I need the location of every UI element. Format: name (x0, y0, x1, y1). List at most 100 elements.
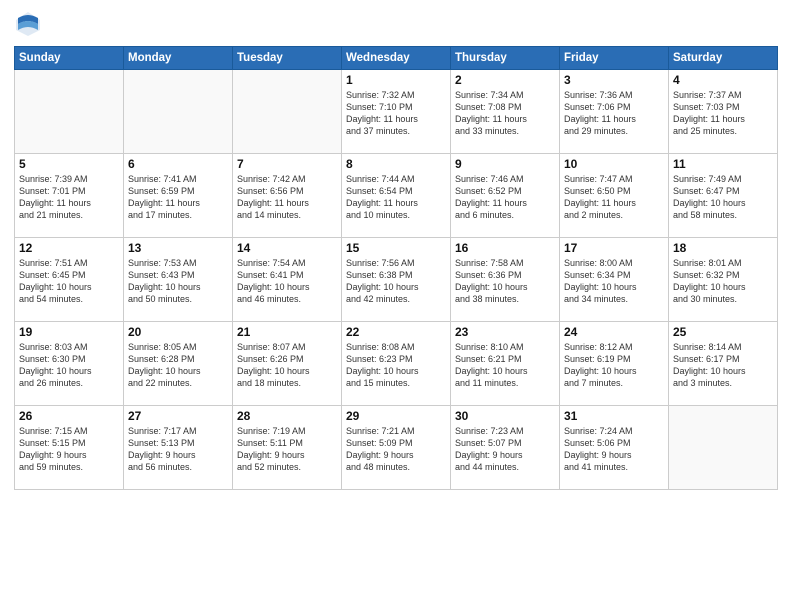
calendar-cell: 11 Sunrise: 7:49 AM Sunset: 6:47 PM Dayli… (669, 154, 778, 238)
week-row-3: 12Sunrise: 7:51 AM Sunset: 6:45 PM Dayli… (15, 238, 778, 322)
calendar-cell: 29 Sunrise: 7:21 AM Sunset: 5:09 PM Dayli… (342, 406, 451, 490)
calendar-cell: 5 Sunrise: 7:39 AM Sunset: 7:01 PM Daylig… (15, 154, 124, 238)
day-number: 4 (673, 73, 773, 87)
day-number: 6 (128, 157, 228, 171)
cell-info: Sunrise: 7:44 AM Sunset: 6:54 PM Dayligh… (346, 173, 446, 222)
calendar-cell: 10 Sunrise: 7:47 AM Sunset: 6:50 PM Dayli… (560, 154, 669, 238)
cell-info: Sunrise: 7:39 AM Sunset: 7:01 PM Dayligh… (19, 173, 119, 222)
calendar-cell: 19 Sunrise: 8:03 AM Sunset: 6:30 PM Dayli… (15, 322, 124, 406)
calendar-cell (669, 406, 778, 490)
day-number: 1 (346, 73, 446, 87)
cell-info: Sunrise: 7:46 AM Sunset: 6:52 PM Dayligh… (455, 173, 555, 222)
day-number: 31 (564, 409, 664, 423)
calendar-cell: 4 Sunrise: 7:37 AM Sunset: 7:03 PM Daylig… (669, 70, 778, 154)
calendar-cell: 28Sunrise: 7:19 AM Sunset: 5:11 PM Dayli… (233, 406, 342, 490)
cell-info: Sunrise: 8:14 AM Sunset: 6:17 PM Dayligh… (673, 341, 773, 390)
cell-info: Sunrise: 7:54 AM Sunset: 6:41 PM Dayligh… (237, 257, 337, 306)
cell-info: Sunrise: 8:07 AM Sunset: 6:26 PM Dayligh… (237, 341, 337, 390)
day-number: 22 (346, 325, 446, 339)
cell-info: Sunrise: 8:05 AM Sunset: 6:28 PM Dayligh… (128, 341, 228, 390)
weekday-header-row: SundayMondayTuesdayWednesdayThursdayFrid… (15, 47, 778, 70)
day-number: 5 (19, 157, 119, 171)
cell-info: Sunrise: 8:10 AM Sunset: 6:21 PM Dayligh… (455, 341, 555, 390)
cell-info: Sunrise: 7:15 AM Sunset: 5:15 PM Dayligh… (19, 425, 119, 474)
calendar-cell: 2Sunrise: 7:34 AM Sunset: 7:08 PM Daylig… (451, 70, 560, 154)
calendar-cell: 25 Sunrise: 8:14 AM Sunset: 6:17 PM Dayli… (669, 322, 778, 406)
cell-info: Sunrise: 7:41 AM Sunset: 6:59 PM Dayligh… (128, 173, 228, 222)
calendar-cell: 1 Sunrise: 7:32 AM Sunset: 7:10 PM Daylig… (342, 70, 451, 154)
header (14, 10, 778, 38)
calendar-cell: 8 Sunrise: 7:44 AM Sunset: 6:54 PM Daylig… (342, 154, 451, 238)
cell-info: Sunrise: 7:37 AM Sunset: 7:03 PM Dayligh… (673, 89, 773, 138)
day-number: 18 (673, 241, 773, 255)
logo-icon (14, 10, 42, 38)
calendar-cell: 26 Sunrise: 7:15 AM Sunset: 5:15 PM Dayli… (15, 406, 124, 490)
weekday-header-monday: Monday (124, 47, 233, 70)
day-number: 29 (346, 409, 446, 423)
cell-info: Sunrise: 7:53 AM Sunset: 6:43 PM Dayligh… (128, 257, 228, 306)
cell-info: Sunrise: 7:56 AM Sunset: 6:38 PM Dayligh… (346, 257, 446, 306)
calendar-cell: 31 Sunrise: 7:24 AM Sunset: 5:06 PM Dayli… (560, 406, 669, 490)
day-number: 8 (346, 157, 446, 171)
calendar-cell: 3Sunrise: 7:36 AM Sunset: 7:06 PM Daylig… (560, 70, 669, 154)
cell-info: Sunrise: 8:01 AM Sunset: 6:32 PM Dayligh… (673, 257, 773, 306)
calendar-cell: 6 Sunrise: 7:41 AM Sunset: 6:59 PM Daylig… (124, 154, 233, 238)
cell-info: Sunrise: 7:47 AM Sunset: 6:50 PM Dayligh… (564, 173, 664, 222)
calendar-cell: 17 Sunrise: 8:00 AM Sunset: 6:34 PM Dayli… (560, 238, 669, 322)
week-row-2: 5 Sunrise: 7:39 AM Sunset: 7:01 PM Daylig… (15, 154, 778, 238)
day-number: 11 (673, 157, 773, 171)
calendar-cell: 9Sunrise: 7:46 AM Sunset: 6:52 PM Daylig… (451, 154, 560, 238)
day-number: 17 (564, 241, 664, 255)
calendar-cell (124, 70, 233, 154)
week-row-1: 1 Sunrise: 7:32 AM Sunset: 7:10 PM Daylig… (15, 70, 778, 154)
day-number: 13 (128, 241, 228, 255)
day-number: 20 (128, 325, 228, 339)
day-number: 23 (455, 325, 555, 339)
day-number: 19 (19, 325, 119, 339)
cell-info: Sunrise: 8:12 AM Sunset: 6:19 PM Dayligh… (564, 341, 664, 390)
week-row-4: 19 Sunrise: 8:03 AM Sunset: 6:30 PM Dayli… (15, 322, 778, 406)
calendar-cell: 13 Sunrise: 7:53 AM Sunset: 6:43 PM Dayli… (124, 238, 233, 322)
calendar-cell: 15Sunrise: 7:56 AM Sunset: 6:38 PM Dayli… (342, 238, 451, 322)
day-number: 14 (237, 241, 337, 255)
day-number: 16 (455, 241, 555, 255)
weekday-header-tuesday: Tuesday (233, 47, 342, 70)
calendar-cell: 12Sunrise: 7:51 AM Sunset: 6:45 PM Dayli… (15, 238, 124, 322)
calendar-cell (233, 70, 342, 154)
cell-info: Sunrise: 7:17 AM Sunset: 5:13 PM Dayligh… (128, 425, 228, 474)
weekday-header-thursday: Thursday (451, 47, 560, 70)
day-number: 25 (673, 325, 773, 339)
page: SundayMondayTuesdayWednesdayThursdayFrid… (0, 0, 792, 612)
cell-info: Sunrise: 7:58 AM Sunset: 6:36 PM Dayligh… (455, 257, 555, 306)
weekday-header-friday: Friday (560, 47, 669, 70)
weekday-header-saturday: Saturday (669, 47, 778, 70)
calendar-cell: 16 Sunrise: 7:58 AM Sunset: 6:36 PM Dayli… (451, 238, 560, 322)
calendar-cell: 27 Sunrise: 7:17 AM Sunset: 5:13 PM Dayli… (124, 406, 233, 490)
logo (14, 10, 46, 38)
cell-info: Sunrise: 7:21 AM Sunset: 5:09 PM Dayligh… (346, 425, 446, 474)
day-number: 26 (19, 409, 119, 423)
weekday-header-sunday: Sunday (15, 47, 124, 70)
calendar-cell: 20 Sunrise: 8:05 AM Sunset: 6:28 PM Dayli… (124, 322, 233, 406)
cell-info: Sunrise: 7:49 AM Sunset: 6:47 PM Dayligh… (673, 173, 773, 222)
day-number: 27 (128, 409, 228, 423)
day-number: 21 (237, 325, 337, 339)
weekday-header-wednesday: Wednesday (342, 47, 451, 70)
calendar-cell: 23 Sunrise: 8:10 AM Sunset: 6:21 PM Dayli… (451, 322, 560, 406)
cell-info: Sunrise: 8:00 AM Sunset: 6:34 PM Dayligh… (564, 257, 664, 306)
week-row-5: 26 Sunrise: 7:15 AM Sunset: 5:15 PM Dayli… (15, 406, 778, 490)
calendar-cell: 24Sunrise: 8:12 AM Sunset: 6:19 PM Dayli… (560, 322, 669, 406)
calendar-cell: 14 Sunrise: 7:54 AM Sunset: 6:41 PM Dayli… (233, 238, 342, 322)
calendar-cell (15, 70, 124, 154)
calendar-cell: 18 Sunrise: 8:01 AM Sunset: 6:32 PM Dayli… (669, 238, 778, 322)
calendar-cell: 21 Sunrise: 8:07 AM Sunset: 6:26 PM Dayli… (233, 322, 342, 406)
day-number: 10 (564, 157, 664, 171)
calendar-cell: 30 Sunrise: 7:23 AM Sunset: 5:07 PM Dayli… (451, 406, 560, 490)
cell-info: Sunrise: 7:24 AM Sunset: 5:06 PM Dayligh… (564, 425, 664, 474)
day-number: 30 (455, 409, 555, 423)
cell-info: Sunrise: 8:03 AM Sunset: 6:30 PM Dayligh… (19, 341, 119, 390)
cell-info: Sunrise: 7:23 AM Sunset: 5:07 PM Dayligh… (455, 425, 555, 474)
day-number: 12 (19, 241, 119, 255)
cell-info: Sunrise: 7:32 AM Sunset: 7:10 PM Dayligh… (346, 89, 446, 138)
cell-info: Sunrise: 7:42 AM Sunset: 6:56 PM Dayligh… (237, 173, 337, 222)
